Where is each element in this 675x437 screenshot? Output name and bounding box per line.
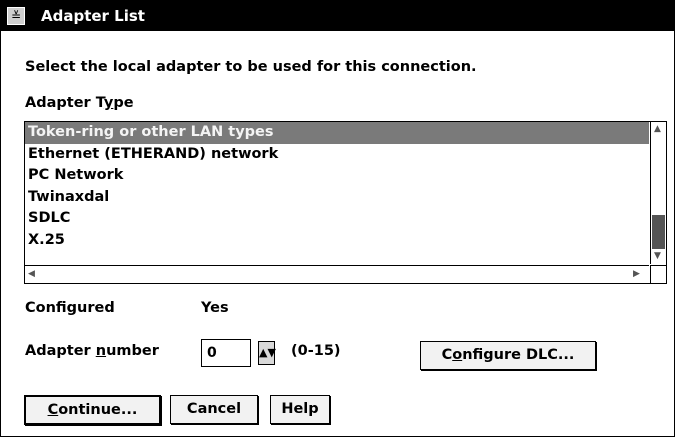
list-item-x25[interactable]: X.25 [25, 230, 649, 252]
window-title: Adapter List [41, 7, 145, 25]
adapter-type-items: Token-ring or other LAN types Ethernet (… [25, 122, 649, 264]
configured-label: Configured [25, 300, 115, 316]
adapter-number-label: Adapter number [25, 343, 159, 359]
scroll-up-arrow-icon[interactable]: ▲ [654, 124, 661, 134]
system-menu-icon[interactable]: ≚ [7, 7, 25, 25]
vertical-scroll-thumb[interactable] [652, 215, 665, 249]
configured-value: Yes [201, 300, 229, 316]
continue-button[interactable]: Continue... [24, 395, 161, 425]
list-item-ethernet[interactable]: Ethernet (ETHERAND) network [25, 144, 649, 166]
list-item-pc-network[interactable]: PC Network [25, 165, 649, 187]
instruction-text: Select the local adapter to be used for … [25, 59, 477, 75]
configure-dlc-button[interactable]: Configure DLC... [420, 341, 596, 370]
title-bar[interactable]: ≚ Adapter List [1, 1, 674, 31]
vertical-scrollbar[interactable]: ▲ ▼ [650, 122, 666, 264]
spin-arrow-icon[interactable]: ▲▼ [258, 341, 276, 365]
adapter-list-window: ≚ Adapter List Select the local adapter … [0, 0, 675, 437]
adapter-number-field[interactable]: 0 [201, 339, 251, 367]
scroll-right-arrow-icon[interactable]: ▶ [633, 269, 640, 279]
list-item-twinax[interactable]: Twinaxdal [25, 187, 649, 209]
adapter-number-range: (0-15) [291, 343, 341, 359]
adapter-type-label: Adapter Type [25, 95, 134, 111]
cancel-button[interactable]: Cancel [170, 395, 258, 424]
help-button[interactable]: Help [270, 395, 330, 424]
adapter-type-listbox[interactable]: Token-ring or other LAN types Ethernet (… [24, 121, 667, 284]
scroll-down-arrow-icon[interactable]: ▼ [654, 251, 661, 261]
list-item-token-ring[interactable]: Token-ring or other LAN types [25, 122, 649, 144]
scroll-left-arrow-icon[interactable]: ◀ [28, 269, 35, 279]
scrollbar-corner [650, 265, 666, 283]
list-item-sdlc[interactable]: SDLC [25, 208, 649, 230]
horizontal-scrollbar[interactable]: ◀ ▶ [25, 265, 649, 283]
